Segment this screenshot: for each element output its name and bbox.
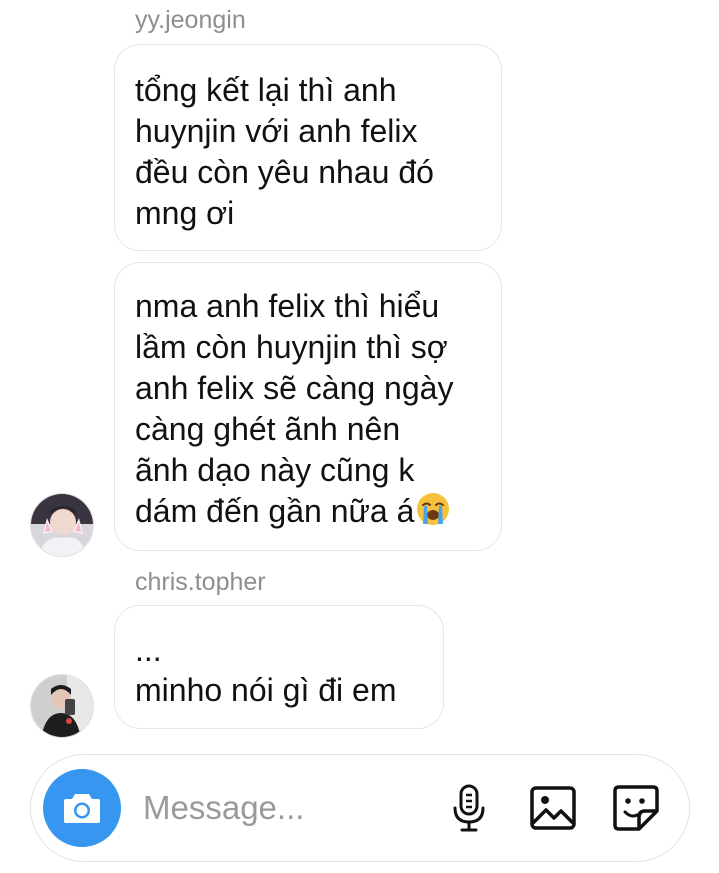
message-line: minho nói gì đi em [135,672,397,708]
avatar[interactable] [30,493,94,557]
avatar-image [31,494,93,556]
sender-name: chris.topher [135,568,266,596]
message-bubble[interactable]: tổng kết lại thì anh huynjin với anh fel… [114,44,502,251]
avatar[interactable] [30,674,94,738]
message-line: mng ơi [135,195,235,231]
camera-icon [64,794,100,823]
message-line: ãnh dạo này cũng k [135,452,415,488]
message-line: nma anh felix thì hiểu [135,288,440,324]
message-input[interactable] [143,783,413,833]
message-composer [30,754,690,862]
gallery-icon [530,786,576,830]
message-line: đều còn yêu nhau đó [135,154,434,190]
sticker-button[interactable] [611,783,661,833]
message-line: càng ghét ãnh nên [135,411,401,447]
voice-button[interactable] [444,783,494,833]
message-line: dám đến gần nữa á [135,491,501,532]
message-line: lầm còn huynjin thì sợ [135,329,448,365]
sticker-icon [613,785,659,831]
message-line: anh felix sẽ càng ngày [135,370,454,406]
message-line: tổng kết lại thì anh [135,72,397,108]
gallery-button[interactable] [528,783,578,833]
microphone-icon [453,784,485,832]
message-bubble[interactable]: nma anh felix thì hiểu lầm còn huynjin t… [114,262,502,551]
message-line: ... [135,632,162,668]
message-line: huynjin với anh felix [135,113,418,149]
message-bubble[interactable]: ... minho nói gì đi em [114,605,444,729]
avatar-image [31,675,93,737]
loudly-crying-face-icon [417,493,450,525]
sender-name: yy.jeongin [135,6,246,34]
message-line-text: dám đến gần nữa á [135,493,415,529]
camera-button[interactable] [43,769,121,847]
